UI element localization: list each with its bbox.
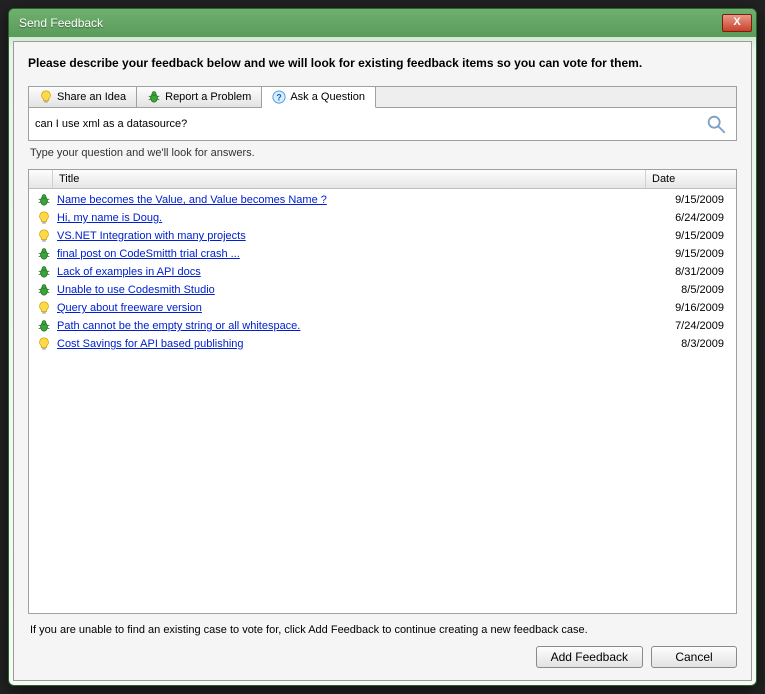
bug-icon — [35, 247, 53, 261]
button-row: Add Feedback Cancel — [28, 636, 737, 670]
titlebar[interactable]: Send Feedback X — [9, 9, 756, 37]
result-date: 9/15/2009 — [646, 230, 730, 242]
bulb-icon — [35, 211, 53, 225]
result-date: 9/16/2009 — [646, 302, 730, 314]
result-title: Name becomes the Value, and Value become… — [53, 194, 646, 206]
result-date: 9/15/2009 — [646, 248, 730, 260]
result-link[interactable]: final post on CodeSmitth trial crash ... — [57, 248, 240, 260]
column-headers[interactable]: Title Date — [29, 170, 736, 189]
search-button[interactable] — [702, 110, 730, 138]
search-hint: Type your question and we'll look for an… — [30, 147, 735, 159]
results-list: Title Date Name becomes the Value, and V… — [28, 169, 737, 614]
bulb-icon — [39, 90, 53, 104]
result-date: 8/31/2009 — [646, 266, 730, 278]
column-icon-spacer — [29, 170, 53, 188]
result-row[interactable]: Hi, my name is Doug. 6/24/2009 — [29, 209, 736, 227]
result-date: 6/24/2009 — [646, 212, 730, 224]
result-link[interactable]: Unable to use Codesmith Studio — [57, 284, 215, 296]
headline: Please describe your feedback below and … — [28, 56, 737, 70]
result-row[interactable]: Name becomes the Value, and Value become… — [29, 191, 736, 209]
search-input[interactable] — [33, 114, 702, 134]
result-row[interactable]: final post on CodeSmitth trial crash ...… — [29, 245, 736, 263]
close-icon: X — [733, 16, 740, 28]
bottom-hint: If you are unable to find an existing ca… — [30, 624, 735, 636]
tab-report-a-problem[interactable]: Report a Problem — [137, 87, 262, 107]
result-link[interactable]: Lack of examples in API docs — [57, 266, 201, 278]
result-title: Query about freeware version — [53, 302, 646, 314]
result-title: Path cannot be the empty string or all w… — [53, 320, 646, 332]
tab-share-an-idea[interactable]: Share an Idea — [29, 87, 137, 107]
client-area: Please describe your feedback below and … — [13, 41, 752, 681]
column-date[interactable]: Date — [646, 170, 736, 188]
bulb-icon — [35, 301, 53, 315]
svg-text:?: ? — [277, 93, 282, 103]
cancel-button[interactable]: Cancel — [651, 646, 737, 668]
add-feedback-button[interactable]: Add Feedback — [536, 646, 643, 668]
result-title: Cost Savings for API based publishing — [53, 338, 646, 350]
result-title: Unable to use Codesmith Studio — [53, 284, 646, 296]
result-link[interactable]: Hi, my name is Doug. — [57, 212, 162, 224]
result-link[interactable]: Name becomes the Value, and Value become… — [57, 194, 327, 206]
result-link[interactable]: Query about freeware version — [57, 302, 202, 314]
bulb-icon — [35, 337, 53, 351]
result-date: 8/5/2009 — [646, 284, 730, 296]
result-title: Hi, my name is Doug. — [53, 212, 646, 224]
tab-label: Report a Problem — [165, 91, 251, 103]
result-title: Lack of examples in API docs — [53, 266, 646, 278]
window: Send Feedback X Please describe your fee… — [8, 8, 757, 686]
bug-icon — [35, 283, 53, 297]
result-row[interactable]: Lack of examples in API docs 8/31/2009 — [29, 263, 736, 281]
question-icon: ? — [272, 90, 286, 104]
result-link[interactable]: Cost Savings for API based publishing — [57, 338, 244, 350]
tab-label: Ask a Question — [290, 91, 365, 103]
bug-icon — [147, 90, 161, 104]
tab-row: Share an Idea Report a Problem? Ask a Ques… — [29, 87, 736, 108]
window-title: Send Feedback — [19, 16, 722, 30]
result-title: VS.NET Integration with many projects — [53, 230, 646, 242]
close-button[interactable]: X — [722, 14, 752, 32]
result-link[interactable]: Path cannot be the empty string or all w… — [57, 320, 300, 332]
bulb-icon — [35, 229, 53, 243]
result-title: final post on CodeSmitth trial crash ... — [53, 248, 646, 260]
result-date: 7/24/2009 — [646, 320, 730, 332]
result-date: 9/15/2009 — [646, 194, 730, 206]
result-rows[interactable]: Name becomes the Value, and Value become… — [29, 189, 736, 613]
result-row[interactable]: Unable to use Codesmith Studio 8/5/2009 — [29, 281, 736, 299]
result-date: 8/3/2009 — [646, 338, 730, 350]
result-row[interactable]: Query about freeware version 9/16/2009 — [29, 299, 736, 317]
tab-ask-a-question[interactable]: ? Ask a Question — [262, 87, 376, 108]
result-row[interactable]: Cost Savings for API based publishing 8/3… — [29, 335, 736, 353]
result-row[interactable]: Path cannot be the empty string or all w… — [29, 317, 736, 335]
bug-icon — [35, 319, 53, 333]
column-title[interactable]: Title — [53, 170, 646, 188]
result-row[interactable]: VS.NET Integration with many projects 9/1… — [29, 227, 736, 245]
result-link[interactable]: VS.NET Integration with many projects — [57, 230, 246, 242]
bug-icon — [35, 193, 53, 207]
search-icon — [705, 113, 727, 135]
tab-box: Share an Idea Report a Problem? Ask a Ques… — [28, 86, 737, 141]
search-wrap — [29, 108, 736, 140]
bug-icon — [35, 265, 53, 279]
tab-label: Share an Idea — [57, 91, 126, 103]
